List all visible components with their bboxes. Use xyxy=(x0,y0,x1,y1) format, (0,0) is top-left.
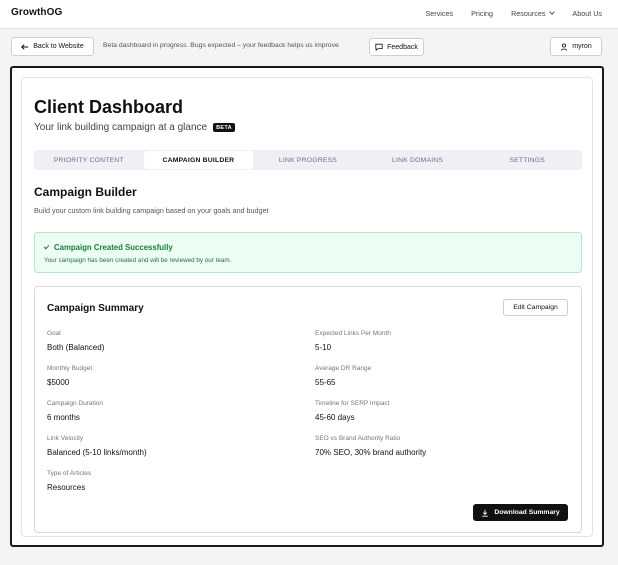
dashboard-frame: Client Dashboard Your link building camp… xyxy=(10,66,604,547)
summary-field-goal: Goal Both (Balanced) xyxy=(47,330,104,352)
nav-link-resources-label: Resources xyxy=(511,9,546,18)
tab-campaign-builder[interactable]: CAMPAIGN BUILDER xyxy=(143,151,254,169)
field-label: Goal xyxy=(47,330,61,337)
download-icon xyxy=(482,509,489,517)
nav-link-about[interactable]: About Us xyxy=(572,9,602,18)
edit-campaign-button[interactable]: Edit Campaign xyxy=(503,299,568,316)
user-menu-button[interactable]: myron xyxy=(550,37,602,56)
summary-field-serp-timeline: Timeline for SERP Impact 45-60 days xyxy=(315,400,389,422)
feedback-button[interactable]: Feedback xyxy=(369,38,424,56)
back-to-website-button[interactable]: Back to Website xyxy=(11,37,94,56)
summary-field-dr-range: Average DR Range 55-65 xyxy=(315,365,371,387)
tab-priority-content[interactable]: PRIORITY CONTENT xyxy=(34,150,144,170)
page-subtitle: Your link building campaign at a glance … xyxy=(34,122,235,133)
field-label: SEO vs Brand Authority Ratio xyxy=(315,435,401,442)
page-subtitle-text: Your link building campaign at a glance xyxy=(34,122,208,133)
summary-field-seo-brand-ratio: SEO vs Brand Authority Ratio 70% SEO, 30… xyxy=(315,435,426,457)
success-alert-title-text: Campaign Created Successfully xyxy=(54,243,173,252)
dashboard-panel: Client Dashboard Your link building camp… xyxy=(21,77,593,537)
campaign-summary-title: Campaign Summary xyxy=(47,303,144,314)
beta-bar: Back to Website Beta dashboard in progre… xyxy=(0,30,618,62)
field-label: Campaign Duration xyxy=(47,400,104,407)
beta-notice: Beta dashboard in progress. Bugs expecte… xyxy=(103,42,339,49)
feedback-label: Feedback xyxy=(387,43,418,51)
field-label: Monthly Budget xyxy=(47,365,93,372)
field-label: Timeline for SERP Impact xyxy=(315,400,390,407)
field-value: $5000 xyxy=(47,378,70,387)
summary-field-article-type: Type of Articles Resources xyxy=(47,470,91,492)
field-value: 5-10 xyxy=(315,343,332,352)
tab-link-progress[interactable]: LINK PROGRESS xyxy=(253,150,363,170)
brand-logo[interactable]: GrowthOG xyxy=(11,7,62,18)
back-to-website-label: Back to Website xyxy=(33,43,84,50)
nav-link-pricing[interactable]: Pricing xyxy=(471,9,493,18)
success-alert-title: Campaign Created Successfully xyxy=(43,243,173,252)
field-value: 55-65 xyxy=(315,378,336,387)
nav-link-services[interactable]: Services xyxy=(426,9,454,18)
download-summary-button[interactable]: Download Summary xyxy=(473,504,568,521)
field-value: Resources xyxy=(47,483,86,492)
campaign-summary-card: Campaign Summary Edit Campaign Goal Both… xyxy=(34,286,582,533)
section-title: Campaign Builder xyxy=(34,185,137,199)
field-label: Expected Links Per Month xyxy=(315,330,391,337)
top-nav: GrowthOG Services Pricing Resources Abou… xyxy=(0,0,618,29)
field-value: Both (Balanced) xyxy=(47,343,105,352)
tab-link-domains[interactable]: LINK DOMAINS xyxy=(363,150,473,170)
field-label: Type of Articles xyxy=(47,470,92,477)
summary-field-expected-links: Expected Links Per Month 5-10 xyxy=(315,330,391,352)
field-label: Link Velocity xyxy=(47,435,84,442)
check-icon xyxy=(43,243,50,250)
success-alert: Campaign Created Successfully Your campa… xyxy=(34,232,582,273)
tab-settings[interactable]: SETTINGS xyxy=(472,150,582,170)
field-value: 45-60 days xyxy=(315,413,355,422)
field-value: 70% SEO, 30% brand authority xyxy=(315,448,427,457)
message-icon xyxy=(375,43,383,51)
nav-links: Services Pricing Resources About Us xyxy=(408,9,602,18)
section-description: Build your custom link building campaign… xyxy=(34,206,269,215)
summary-field-campaign-duration: Campaign Duration 6 months xyxy=(47,400,103,422)
page-title: Client Dashboard xyxy=(34,97,184,117)
beta-badge: BETA xyxy=(213,123,235,132)
nav-link-resources[interactable]: Resources xyxy=(511,9,556,18)
arrow-left-icon xyxy=(21,43,29,50)
download-summary-label: Download Summary xyxy=(494,509,560,516)
success-alert-message: Your campaign has been created and will … xyxy=(44,257,232,264)
summary-field-link-velocity: Link Velocity Balanced (5-10 links/month… xyxy=(47,435,147,457)
field-label: Average DR Range xyxy=(315,365,372,372)
chevron-down-icon xyxy=(549,9,556,15)
field-value: 6 months xyxy=(47,413,80,422)
summary-field-monthly-budget: Monthly Budget $5000 xyxy=(47,365,92,387)
user-name: myron xyxy=(572,43,592,50)
dashboard-tabs: PRIORITY CONTENT CAMPAIGN BUILDER LINK P… xyxy=(34,150,582,170)
field-value: Balanced (5-10 links/month) xyxy=(47,448,147,457)
user-icon xyxy=(561,43,568,51)
